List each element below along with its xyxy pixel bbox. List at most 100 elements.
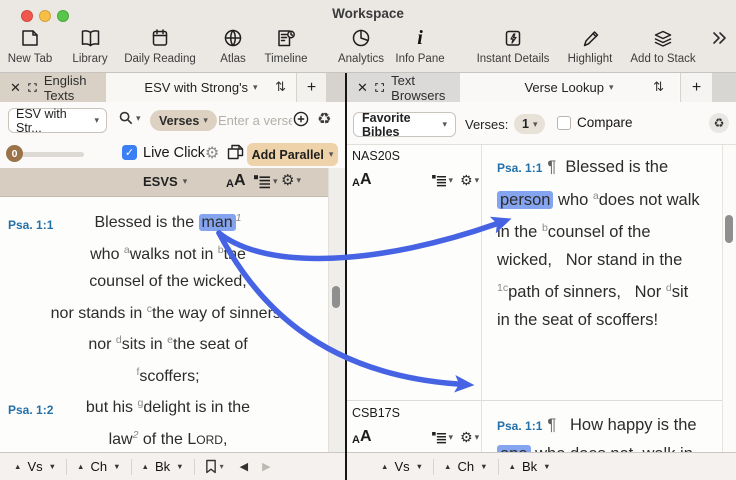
verse-reference[interactable]: Psa. 1:1 [8, 212, 53, 240]
pane-settings-control[interactable]: ⚙ ▾ [460, 172, 479, 189]
verses-count-dropdown[interactable]: 1 ▾ [514, 114, 545, 134]
font-size-control[interactable]: AA [352, 171, 372, 189]
verse-stepper[interactable]: ▲ Vs ▼ [14, 459, 56, 474]
zone-text-browsers[interactable]: ✕ Text Browsers [347, 73, 460, 102]
compare-label: Compare [577, 115, 633, 130]
verse-line: nor stands in cthe way of sinners, [0, 296, 328, 328]
duplicate-pane-icon[interactable] [227, 144, 244, 161]
step-down-icon[interactable]: ▼ [176, 462, 183, 471]
toolbar-library-button[interactable]: Library [62, 26, 118, 70]
display-module-dropdown[interactable]: ESVS ▾ [143, 174, 187, 189]
step-up-icon[interactable]: ▲ [381, 462, 388, 471]
toolbar-overflow-chevron-icon[interactable] [710, 30, 728, 51]
step-down-icon[interactable]: ▼ [113, 462, 120, 471]
close-zone-icon[interactable]: ✕ [10, 80, 21, 96]
hits-slider[interactable] [14, 152, 84, 157]
search-mode-caret-icon[interactable]: ▾ [136, 113, 141, 124]
expand-zone-icon[interactable] [375, 82, 384, 93]
sort-order-icon[interactable]: ⇅ [653, 79, 664, 95]
pane-settings-control[interactable]: ⚙ ▾ [460, 429, 479, 446]
module-name-csb17s[interactable]: CSB17S [352, 406, 400, 420]
verse-stepper[interactable]: ▲ Vs ▼ [381, 459, 423, 474]
search-icon[interactable] [119, 111, 133, 125]
highlighted-word[interactable]: man [199, 214, 236, 231]
verse-reference[interactable]: Psa. 1:1 [497, 161, 542, 175]
step-up-icon[interactable]: ▲ [444, 462, 451, 471]
add-tab-button[interactable]: + [680, 73, 712, 102]
add-parallel-button[interactable]: Add Parallel ▾ [247, 143, 338, 166]
book-stepper[interactable]: ▲ Bk ▼ [509, 459, 551, 474]
step-up-icon[interactable]: ▲ [77, 462, 84, 471]
expand-zone-icon[interactable] [28, 82, 37, 93]
search-scope-dropdown[interactable]: Verses ▾ [150, 110, 217, 131]
tab-esv-with-strongs[interactable]: ESV with Strong's ▾ ⇅ [106, 73, 296, 102]
esv-text-area[interactable]: Psa. 1:1Blessed is the man1who awalks no… [0, 197, 328, 452]
history-back-icon[interactable]: ◀ [240, 460, 248, 473]
verse-reference[interactable]: Psa. 1:2 [8, 397, 53, 425]
live-click-settings-gear-icon[interactable]: ⚙ [205, 143, 219, 163]
font-size-control[interactable]: AA [352, 428, 372, 446]
toolbar-add-to-stack-button[interactable]: Add to Stack [622, 26, 704, 70]
step-up-icon[interactable]: ▲ [14, 462, 21, 471]
right-scrollbar-thumb[interactable] [725, 215, 733, 243]
paragraph-format-control[interactable]: ▾ [254, 174, 278, 189]
pane-settings-control[interactable]: ⚙ ▾ [281, 171, 301, 189]
nas20s-verse-text[interactable]: Psa. 1:1¶ Blessed is theperson who adoes… [497, 153, 713, 334]
csb-format-controls: AA ▾ ⚙ ▾ [352, 428, 477, 446]
chapter-stepper[interactable]: ▲ Ch ▼ [444, 459, 488, 474]
toolbar-new-tab-button[interactable]: New Tab [2, 26, 58, 70]
font-size-control[interactable]: AA [226, 172, 246, 190]
step-up-icon[interactable]: ▲ [509, 462, 516, 471]
zone-english-texts[interactable]: ✕ English Texts [0, 73, 106, 102]
history-forward-icon: ▶ [262, 460, 270, 473]
smallcaps-lord: ORD [196, 433, 223, 447]
add-tab-button[interactable]: + [296, 73, 326, 102]
toolbar-instant-details-button[interactable]: Instant Details [468, 26, 558, 70]
toolbar-daily-reading-button[interactable]: Daily Reading [118, 26, 202, 70]
text-run: does not walk [599, 191, 700, 209]
tab-verse-lookup[interactable]: Verse Lookup ▾ ⇅ [460, 73, 678, 102]
module-name-nas20s[interactable]: NAS20S [352, 149, 400, 163]
compare-checkbox[interactable] [557, 116, 571, 130]
toolbar-timeline-button[interactable]: Timeline [252, 26, 320, 70]
sort-order-icon[interactable]: ⇅ [275, 79, 286, 95]
chevron-down-icon: ▾ [449, 175, 454, 186]
left-scrollbar-track[interactable] [328, 168, 345, 452]
close-zone-icon[interactable]: ✕ [357, 80, 368, 96]
recycle-results-icon[interactable]: ♻ [709, 113, 729, 133]
verse-line: person who adoes not walk [497, 182, 713, 214]
recycle-results-icon[interactable]: ♻ [317, 109, 331, 129]
step-down-icon[interactable]: ▼ [416, 462, 423, 471]
hit-count-badge[interactable]: 0 [6, 145, 23, 162]
right-scrollbar-track[interactable] [722, 145, 736, 452]
text-layout-icon [432, 174, 447, 187]
favorite-bibles-dropdown[interactable]: Favorite Bibles ▾ [353, 112, 456, 137]
pane-divider[interactable] [345, 73, 347, 480]
bookmark-icon[interactable] [205, 459, 217, 474]
chevron-down-icon[interactable]: ▾ [220, 462, 224, 471]
left-scrollbar-thumb[interactable] [332, 286, 340, 308]
verse-search-input[interactable] [218, 109, 292, 132]
module-selector-button[interactable]: ESV with Str... ▾ [8, 108, 107, 133]
chevron-down-icon[interactable]: ▾ [253, 82, 258, 93]
book-stepper[interactable]: ▲ Bk ▼ [142, 459, 184, 474]
paragraph-format-control[interactable]: ▾ [432, 431, 454, 444]
chapter-stepper[interactable]: ▲ Ch ▼ [77, 459, 121, 474]
toolbar-info-pane-button[interactable]: i Info Pane [384, 26, 456, 70]
verse-line: Psa. 1:2but his gdelight is in the [0, 390, 328, 422]
toolbar-highlight-button[interactable]: Highlight [552, 26, 628, 70]
step-up-icon[interactable]: ▲ [142, 462, 149, 471]
verse-reference[interactable]: Psa. 1:1 [497, 419, 542, 433]
live-click-label: Live Click [143, 145, 205, 161]
chevron-down-icon[interactable]: ▾ [609, 82, 614, 93]
chevron-down-icon: ▾ [273, 176, 278, 187]
step-down-icon[interactable]: ▼ [543, 462, 550, 471]
step-down-icon[interactable]: ▼ [49, 462, 56, 471]
paragraph-format-control[interactable]: ▾ [432, 174, 454, 187]
step-down-icon[interactable]: ▼ [480, 462, 487, 471]
add-search-criteria-icon[interactable] [293, 111, 309, 127]
verse-line: wicked, Nor stand in the [497, 246, 713, 274]
highlighted-word[interactable]: person [497, 191, 553, 209]
live-click-checkbox[interactable]: ✓ [122, 145, 137, 160]
crossref-marker: 1c [497, 282, 508, 294]
